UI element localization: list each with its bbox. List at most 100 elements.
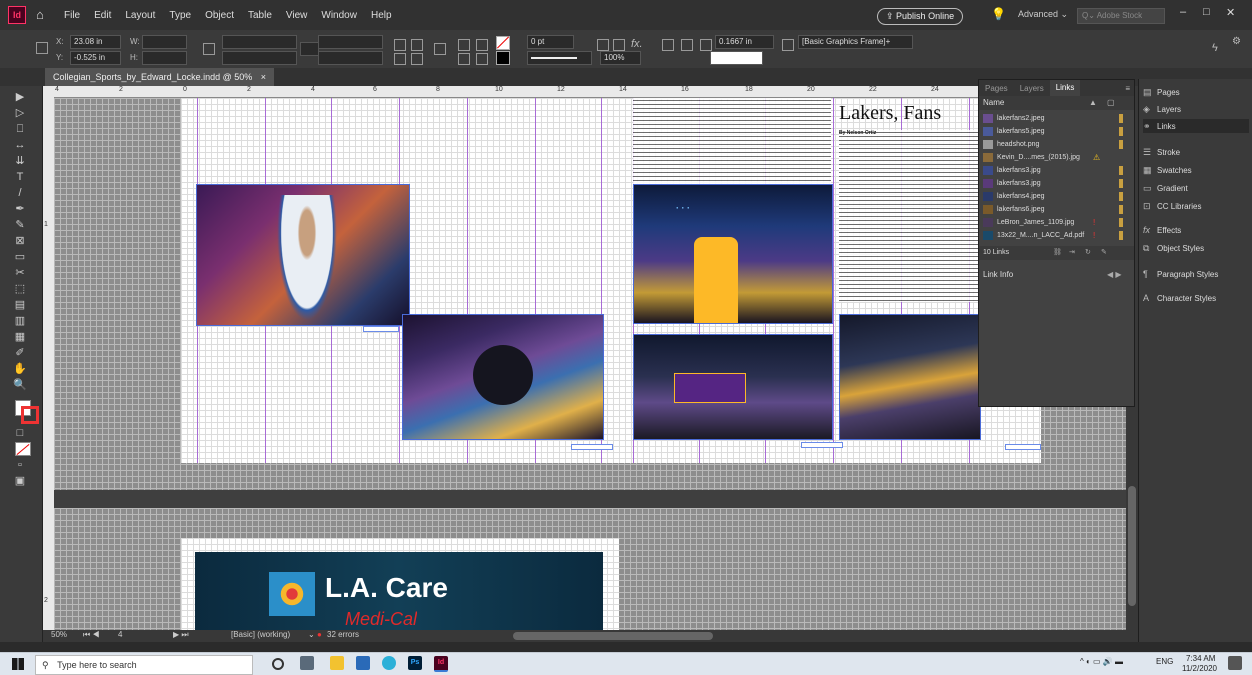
apply-color-icon[interactable]: □ bbox=[11, 426, 29, 440]
menu-window[interactable]: Window bbox=[321, 10, 357, 21]
link-row[interactable]: Kevin_D....mes_(2015).jpg ⚠ bbox=[979, 151, 1134, 164]
shear-field[interactable] bbox=[318, 51, 383, 65]
gradient-swatch-tool-icon[interactable]: ▤ bbox=[11, 298, 29, 312]
link-row[interactable]: lakerfans2.jpeg bbox=[979, 112, 1134, 125]
article-text-frame[interactable] bbox=[633, 98, 831, 184]
stroke-swatch[interactable] bbox=[496, 51, 510, 65]
prev-page-button[interactable]: ⏮ ◀ bbox=[83, 630, 100, 640]
photo-lakerfans2[interactable] bbox=[196, 184, 410, 326]
update-link-icon[interactable]: ↻ bbox=[1085, 246, 1091, 260]
photo-lakerfans5[interactable] bbox=[402, 314, 604, 440]
content-collector-icon[interactable]: ⇊ bbox=[11, 154, 29, 168]
rectangle-frame-tool-icon[interactable]: ⊠ bbox=[11, 234, 29, 248]
select-container-icon[interactable] bbox=[458, 39, 470, 51]
fx-effects-icon[interactable]: fx. bbox=[631, 38, 643, 50]
article-text-frame[interactable] bbox=[839, 130, 979, 302]
type-tool-icon[interactable]: T bbox=[11, 170, 29, 184]
zoom-tool-icon[interactable]: 🔍 bbox=[11, 378, 29, 392]
next-page-button[interactable]: ▶ ⏭ bbox=[173, 630, 189, 640]
windows-start-icon[interactable] bbox=[12, 658, 24, 670]
home-icon[interactable]: ⌂ bbox=[36, 8, 50, 22]
link-info-nav-icon[interactable]: ◀ ▶ bbox=[1107, 268, 1122, 282]
flip-vertical-icon[interactable] bbox=[411, 53, 423, 65]
menu-edit[interactable]: Edit bbox=[94, 10, 111, 21]
fit-frame-icon[interactable] bbox=[681, 39, 693, 51]
link-info-header[interactable]: Link Info ◀ ▶ bbox=[979, 268, 1134, 282]
selection-tool-icon[interactable]: ▶ bbox=[11, 90, 29, 104]
dock-pages[interactable]: ▤ Pages bbox=[1143, 85, 1249, 99]
fit-content-icon[interactable] bbox=[662, 39, 674, 51]
photo-lakerfans6[interactable] bbox=[839, 314, 981, 440]
warning-column-icon[interactable]: ▲ bbox=[1089, 96, 1097, 110]
dock-stroke[interactable]: ☰ Stroke bbox=[1143, 145, 1249, 159]
note-tool-icon[interactable]: ▦ bbox=[11, 330, 29, 344]
menu-object[interactable]: Object bbox=[205, 10, 234, 21]
p-direction-icon[interactable] bbox=[434, 43, 446, 55]
lightbulb-icon[interactable]: 💡 bbox=[991, 7, 1006, 21]
tab-layers[interactable]: Layers bbox=[1014, 84, 1050, 93]
preflight-profile[interactable]: [Basic] (working) bbox=[231, 630, 290, 639]
scrollbar-thumb[interactable] bbox=[1128, 486, 1136, 606]
dock-gradient[interactable]: ▭ Gradient bbox=[1143, 181, 1249, 195]
link-row[interactable]: lakerfans6.jpeg bbox=[979, 203, 1134, 216]
dock-effects[interactable]: fx Effects bbox=[1143, 223, 1249, 237]
wrap-bounding-box-icon[interactable] bbox=[597, 39, 609, 51]
document-canvas[interactable]: 4 2 0 2 4 6 8 10 12 14 16 18 20 22 24 1 … bbox=[43, 86, 1138, 642]
screen-mode-icon[interactable]: ▣ bbox=[11, 474, 29, 488]
zoom-level[interactable]: 50% bbox=[51, 630, 67, 639]
edit-original-icon[interactable]: ✎ bbox=[1101, 246, 1107, 260]
link-row[interactable]: LeBron_James_1109.jpg! bbox=[979, 216, 1134, 229]
transform-again-icon[interactable] bbox=[300, 42, 319, 56]
panel-options-icon[interactable]: ⚙ bbox=[1232, 36, 1241, 47]
article-headline[interactable]: Lakers, Fans bbox=[839, 102, 941, 125]
link-row[interactable]: lakerfans5.jpeg bbox=[979, 125, 1134, 138]
link-row[interactable]: lakerfans3.jpg bbox=[979, 164, 1134, 177]
document-tab[interactable]: Collegian_Sports_by_Edward_Locke.indd @ … bbox=[45, 68, 275, 86]
caption-frame[interactable] bbox=[801, 442, 843, 448]
dock-swatches[interactable]: ▦ Swatches bbox=[1143, 163, 1249, 177]
clock-time[interactable]: 7:34 AM bbox=[1186, 654, 1215, 663]
adobe-stock-search[interactable]: Q⌄ Adobe Stock bbox=[1077, 8, 1165, 24]
horizontal-ruler[interactable]: 4 2 0 2 4 6 8 10 12 14 16 18 20 22 24 bbox=[43, 86, 1138, 98]
language-indicator[interactable]: ENG bbox=[1156, 657, 1173, 666]
tab-pages[interactable]: Pages bbox=[979, 84, 1014, 93]
h-field[interactable] bbox=[142, 51, 187, 65]
lightning-icon[interactable]: ϟ bbox=[1212, 42, 1218, 54]
caption-frame[interactable] bbox=[571, 444, 613, 450]
cortana-icon[interactable] bbox=[272, 658, 284, 670]
panel-menu-icon[interactable]: ≡ bbox=[1125, 84, 1130, 93]
gap-tool-icon[interactable]: ↔ bbox=[11, 138, 29, 152]
page-number[interactable]: 4 bbox=[118, 630, 122, 639]
stroke-weight-field[interactable]: 0 pt bbox=[527, 35, 574, 49]
file-explorer-icon[interactable] bbox=[330, 656, 344, 670]
flip-horizontal-icon[interactable] bbox=[394, 53, 406, 65]
reference-point-icon[interactable] bbox=[36, 42, 48, 54]
tab-links[interactable]: Links bbox=[1049, 80, 1081, 96]
y-field[interactable]: -0.525 in bbox=[70, 51, 121, 65]
scale-y-field[interactable] bbox=[222, 51, 297, 65]
fill-swatch[interactable] bbox=[496, 36, 510, 50]
link-row[interactable]: 13x22_M....n_LACC_Ad.pdf! bbox=[979, 229, 1134, 242]
minimize-button[interactable]: – bbox=[1180, 6, 1186, 18]
rotation-field[interactable] bbox=[318, 35, 383, 49]
scissors-tool-icon[interactable]: ✂ bbox=[11, 266, 29, 280]
hand-tool-icon[interactable]: ✋ bbox=[11, 362, 29, 376]
link-row[interactable]: lakerfans3.jpg bbox=[979, 177, 1134, 190]
select-previous-icon[interactable] bbox=[458, 53, 470, 65]
grid-gap-icon[interactable] bbox=[700, 39, 712, 51]
caption-frame[interactable] bbox=[1005, 444, 1041, 450]
page-tool-icon[interactable]: ⎕ bbox=[11, 122, 29, 136]
menu-layout[interactable]: Layout bbox=[125, 10, 155, 21]
pen-tool-icon[interactable]: ✒ bbox=[11, 202, 29, 216]
maximize-button[interactable]: □ bbox=[1203, 6, 1210, 18]
object-style-dropdown[interactable]: [Basic Graphics Frame]+ bbox=[798, 35, 913, 49]
dock-layers[interactable]: ◈ Layers bbox=[1143, 102, 1249, 116]
indesign-app-icon[interactable]: Id bbox=[8, 6, 26, 24]
select-content-icon[interactable] bbox=[476, 39, 488, 51]
menu-table[interactable]: Table bbox=[248, 10, 272, 21]
menu-view[interactable]: View bbox=[286, 10, 308, 21]
edge-icon[interactable] bbox=[382, 656, 396, 670]
indesign-icon[interactable]: Id bbox=[434, 656, 448, 672]
task-view-icon[interactable] bbox=[300, 656, 314, 670]
w-field[interactable] bbox=[142, 35, 187, 49]
